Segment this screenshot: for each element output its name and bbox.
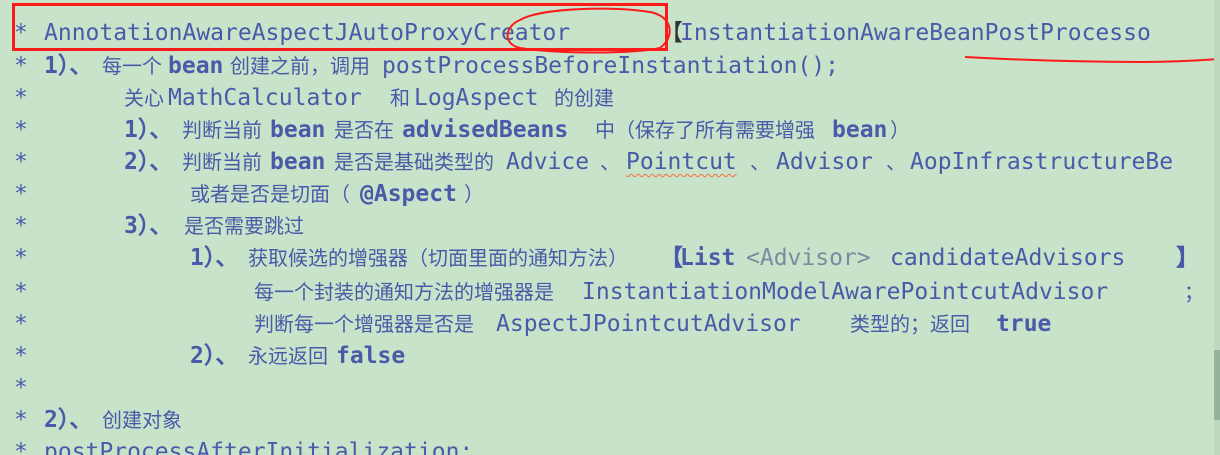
code-editor[interactable]: * AnnotationAwareAspectJAutoProxyCreator…: [0, 0, 1220, 455]
scrollbar-thumb[interactable]: [1214, 350, 1220, 420]
vertical-scrollbar[interactable]: [1214, 0, 1220, 455]
annotation-circle: [506, 7, 671, 54]
annotation-underline: [964, 56, 1220, 64]
annotation-overlay: [506, 7, 1220, 64]
